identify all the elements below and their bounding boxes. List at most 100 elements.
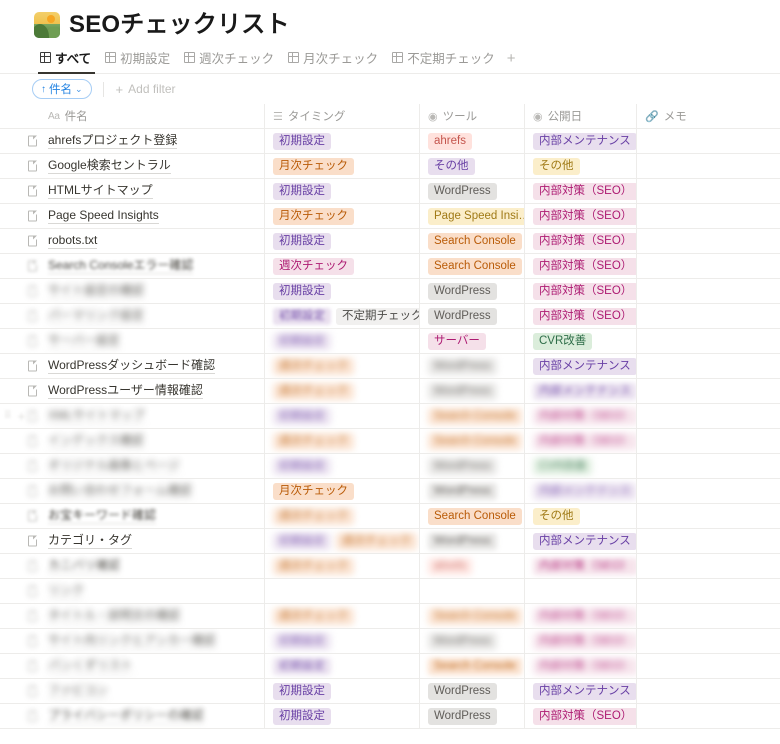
cell-timing[interactable]: 初期設定: [265, 404, 420, 428]
cell-date[interactable]: 内部対策（SEO）: [525, 429, 637, 453]
add-filter-button[interactable]: + Add filter: [116, 82, 176, 97]
cell-tool[interactable]: WordPress: [420, 454, 525, 478]
cell-date[interactable]: その他: [525, 504, 637, 528]
cell-memo[interactable]: [637, 329, 780, 353]
table-row[interactable]: お宝キーワード確認 週次チェック Search Console その他: [0, 504, 780, 529]
cell-date[interactable]: その他: [525, 154, 637, 178]
cell-date[interactable]: 内部メンテナンス: [525, 529, 637, 553]
cell-memo[interactable]: [637, 129, 780, 153]
table-row[interactable]: パーマリンク設定 初期設定 不定期チェック WordPress 内部対策（SEO）: [0, 304, 780, 329]
plus-icon[interactable]: ＋: [16, 409, 26, 424]
cell-tool[interactable]: WordPress: [420, 279, 525, 303]
cell-memo[interactable]: [637, 554, 780, 578]
cell-date[interactable]: 内部対策（SEO）: [525, 604, 637, 628]
cell-tool[interactable]: WordPress: [420, 304, 525, 328]
cell-date[interactable]: 内部メンテナンス: [525, 129, 637, 153]
cell-date[interactable]: [525, 579, 637, 603]
table-row[interactable]: サイト内リンクとアンカー確認 初期設定 WordPress 内部対策（SEO）: [0, 629, 780, 654]
cell-memo[interactable]: [637, 604, 780, 628]
table-row[interactable]: リンク: [0, 579, 780, 604]
table-row[interactable]: ahrefsプロジェクト登録 初期設定 ahrefs 内部メンテナンス: [0, 129, 780, 154]
cell-timing[interactable]: 初期設定 不定期チェック: [265, 304, 420, 328]
cell-timing[interactable]: 初期設定: [265, 179, 420, 203]
cell-tool[interactable]: Search Console: [420, 654, 525, 678]
cell-tool[interactable]: WordPress: [420, 679, 525, 703]
cell-date[interactable]: 内部対策（SEO）: [525, 204, 637, 228]
cell-memo[interactable]: [637, 454, 780, 478]
cell-tool[interactable]: [420, 579, 525, 603]
table-row[interactable]: カテゴリ・タグ 初期設定 週次チェック WordPress 内部メンテナンス: [0, 529, 780, 554]
cell-tool[interactable]: Search Console: [420, 229, 525, 253]
table-row[interactable]: HTMLサイトマップ 初期設定 WordPress 内部対策（SEO）: [0, 179, 780, 204]
cell-tool[interactable]: その他: [420, 154, 525, 178]
cell-date[interactable]: 内部対策（SEO）: [525, 304, 637, 328]
table-row[interactable]: インデックス確認 週次チェック Search Console 内部対策（SEO）: [0, 429, 780, 454]
cell-title[interactable]: Google検索セントラル: [0, 154, 265, 178]
cell-title[interactable]: WordPressダッシュボード確認: [0, 354, 265, 378]
cell-memo[interactable]: [637, 479, 780, 503]
cell-timing[interactable]: 週次チェック: [265, 429, 420, 453]
table-row[interactable]: WordPressユーザー情報確認 週次チェック WordPress 内部メンテナンス: [0, 379, 780, 404]
cell-tool[interactable]: Search Console: [420, 504, 525, 528]
cell-timing[interactable]: 初期設定: [265, 229, 420, 253]
cell-memo[interactable]: [637, 254, 780, 278]
cell-date[interactable]: 内部対策（SEO）: [525, 629, 637, 653]
cell-title[interactable]: ⠿ ＋ XMLサイトマップ: [0, 404, 265, 428]
cell-timing[interactable]: 初期設定: [265, 279, 420, 303]
cell-title[interactable]: パンくずリスト: [0, 654, 265, 678]
cell-date[interactable]: 内部対策（SEO）: [525, 704, 637, 728]
cell-timing[interactable]: 週次チェック: [265, 254, 420, 278]
cell-date[interactable]: CVR改善: [525, 329, 637, 353]
table-row[interactable]: パンくずリスト 初期設定 Search Console 内部対策（SEO）: [0, 654, 780, 679]
table-row[interactable]: プライバシーポリシーの確認 初期設定 WordPress 内部対策（SEO）: [0, 704, 780, 729]
cell-title[interactable]: サイト設定の確認: [0, 279, 265, 303]
cell-timing[interactable]: 週次チェック: [265, 504, 420, 528]
cell-date[interactable]: 内部対策（SEO）: [525, 554, 637, 578]
cell-timing[interactable]: 週次チェック: [265, 354, 420, 378]
column-header-tool[interactable]: ◉ ツール: [420, 104, 525, 128]
table-row[interactable]: ⠿ ＋ XMLサイトマップ 初期設定 Search Console 内部対策（SEO）: [0, 404, 780, 429]
table-row[interactable]: カニバリ確認 週次チェック ahrefs 内部対策（SEO）: [0, 554, 780, 579]
cell-memo[interactable]: [637, 504, 780, 528]
cell-title[interactable]: HTMLサイトマップ: [0, 179, 265, 203]
cell-memo[interactable]: [637, 629, 780, 653]
cell-tool[interactable]: Search Console: [420, 604, 525, 628]
cell-memo[interactable]: [637, 204, 780, 228]
cell-memo[interactable]: [637, 404, 780, 428]
cell-date[interactable]: CVR改善: [525, 454, 637, 478]
cell-memo[interactable]: [637, 279, 780, 303]
column-header-date[interactable]: ◉ 公開日: [525, 104, 637, 128]
cell-memo[interactable]: [637, 304, 780, 328]
cell-date[interactable]: 内部メンテナンス: [525, 479, 637, 503]
cell-title[interactable]: Search Consoleエラー確認: [0, 254, 265, 278]
cell-tool[interactable]: Page Speed Insi…: [420, 204, 525, 228]
column-header-title[interactable]: Aa 件名: [0, 104, 265, 128]
cell-title[interactable]: リンク: [0, 579, 265, 603]
add-view-button[interactable]: +: [503, 50, 522, 73]
cell-memo[interactable]: [637, 379, 780, 403]
cell-memo[interactable]: [637, 179, 780, 203]
tab-1[interactable]: すべて: [34, 48, 99, 74]
table-row[interactable]: Google検索セントラル 月次チェック その他 その他: [0, 154, 780, 179]
cell-memo[interactable]: [637, 529, 780, 553]
cell-timing[interactable]: 週次チェック: [265, 554, 420, 578]
cell-date[interactable]: 内部メンテナンス: [525, 379, 637, 403]
cell-timing[interactable]: [265, 579, 420, 603]
cell-timing[interactable]: 初期設定: [265, 454, 420, 478]
cell-timing[interactable]: 初期設定: [265, 629, 420, 653]
cell-date[interactable]: 内部メンテナンス: [525, 679, 637, 703]
cell-memo[interactable]: [637, 154, 780, 178]
cell-date[interactable]: 内部対策（SEO）: [525, 279, 637, 303]
cell-date[interactable]: 内部対策（SEO）: [525, 654, 637, 678]
cell-date[interactable]: 内部対策（SEO）: [525, 229, 637, 253]
cell-memo[interactable]: [637, 579, 780, 603]
cell-timing[interactable]: 初期設定: [265, 704, 420, 728]
table-row[interactable]: robots.txt 初期設定 Search Console 内部対策（SEO）: [0, 229, 780, 254]
table-row[interactable]: サーバー設定 初期設定 サーバー CVR改善: [0, 329, 780, 354]
tab-5[interactable]: 不定期チェック: [386, 48, 503, 73]
cell-memo[interactable]: [637, 704, 780, 728]
cell-title[interactable]: お問い合わせフォーム確認: [0, 479, 265, 503]
cell-title[interactable]: プライバシーポリシーの確認: [0, 704, 265, 728]
cell-timing[interactable]: 初期設定: [265, 679, 420, 703]
cell-timing[interactable]: 初期設定: [265, 129, 420, 153]
